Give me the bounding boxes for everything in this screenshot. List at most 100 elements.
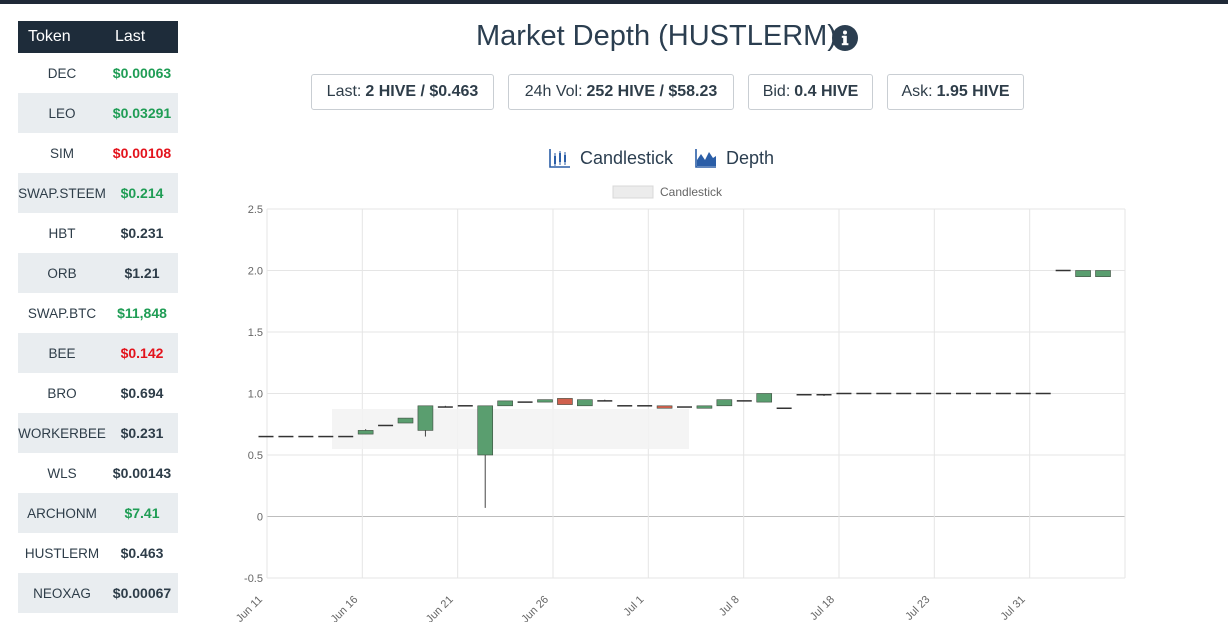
token-row[interactable]: ARCHONM $7.41 xyxy=(18,493,178,533)
token-name[interactable]: BRO xyxy=(18,386,106,401)
token-row[interactable]: ORB $1.21 xyxy=(18,253,178,293)
candle[interactable] xyxy=(1095,270,1111,277)
candle[interactable] xyxy=(796,393,812,396)
token-name[interactable]: SWAP.BTC xyxy=(18,306,106,321)
candle[interactable] xyxy=(637,405,653,407)
token-name[interactable]: ORB xyxy=(18,266,106,281)
token-name[interactable]: NEOXAG xyxy=(18,586,106,601)
token-price: $7.41 xyxy=(124,505,160,521)
token-name[interactable]: LEO xyxy=(18,106,106,121)
tab-depth-label: Depth xyxy=(726,147,775,168)
candle[interactable] xyxy=(856,392,872,395)
candle[interactable] xyxy=(1055,269,1071,272)
x-tick-label: Jul 23 xyxy=(903,594,932,622)
token-name[interactable]: WORKERBEE xyxy=(18,426,106,441)
candle[interactable] xyxy=(298,435,314,438)
candle[interactable] xyxy=(437,405,453,408)
token-row[interactable]: SIM $0.00108 xyxy=(18,133,178,173)
tab-candlestick[interactable]: Candlestick xyxy=(549,146,673,170)
token-name[interactable]: SIM xyxy=(18,146,106,161)
candle[interactable] xyxy=(916,392,932,395)
token-row[interactable]: SWAP.STEEM $0.214 xyxy=(18,173,178,213)
token-row[interactable]: DEC $0.00063 xyxy=(18,53,178,93)
candle[interactable] xyxy=(696,405,713,409)
y-tick-label: 2.0 xyxy=(248,266,263,278)
token-table-header: Token Last xyxy=(18,21,178,53)
candle[interactable] xyxy=(577,399,593,407)
legend-swatch[interactable] xyxy=(612,185,654,199)
candle[interactable] xyxy=(1015,392,1031,395)
x-tick-label: Jun 26 xyxy=(519,594,551,622)
x-tick-label: Jun 21 xyxy=(424,594,456,622)
token-name[interactable]: BEE xyxy=(18,346,106,361)
candle[interactable] xyxy=(258,435,274,438)
token-name[interactable]: DEC xyxy=(18,66,106,81)
candle[interactable] xyxy=(936,392,952,395)
candlestick-icon xyxy=(549,149,570,168)
token-name[interactable]: HUSTLERM xyxy=(18,546,106,561)
candle[interactable] xyxy=(497,400,513,407)
token-name[interactable]: SWAP.STEEM xyxy=(18,186,106,201)
candle[interactable] xyxy=(1035,392,1051,395)
token-price: $0.694 xyxy=(120,385,164,401)
token-rows: DEC $0.00063 LEO $0.03291 SIM $0.00108 SWAP.ST… xyxy=(18,53,178,613)
stat-ask-value: 1.95 HIVE xyxy=(936,83,1010,100)
page-title: Market Depth (HUSTLERM) xyxy=(476,20,837,52)
candle[interactable] xyxy=(896,392,912,395)
candle[interactable] xyxy=(677,406,692,408)
candle[interactable] xyxy=(338,435,354,438)
token-table: Token Last DEC $0.00063 LEO $0.03291 SIM $0.0… xyxy=(18,21,178,613)
column-header-token: Token xyxy=(28,28,71,45)
stat-last-label: Last: xyxy=(326,83,362,100)
y-tick-label: 2.5 xyxy=(248,204,263,216)
candle[interactable] xyxy=(537,399,553,403)
tab-depth[interactable]: Depth xyxy=(695,146,774,170)
token-row[interactable]: BEE $0.142 xyxy=(18,333,178,373)
candle[interactable] xyxy=(517,401,533,403)
stat-last: Last: 2 HIVE / $0.463 xyxy=(311,74,494,110)
token-name[interactable]: HBT xyxy=(18,226,106,241)
info-circle-icon[interactable] xyxy=(832,25,858,51)
candle[interactable] xyxy=(975,392,991,395)
candle[interactable] xyxy=(278,435,294,438)
candle[interactable] xyxy=(876,392,892,395)
stat-volume-label: 24h Vol: xyxy=(524,83,583,100)
candle[interactable] xyxy=(836,392,852,395)
token-name[interactable]: WLS xyxy=(18,466,106,481)
x-tick-label: Jul 1 xyxy=(622,594,647,619)
candle[interactable] xyxy=(318,435,334,438)
token-name[interactable]: ARCHONM xyxy=(18,506,106,521)
candle[interactable] xyxy=(597,399,613,402)
stat-ask: Ask: 1.95 HIVE xyxy=(887,74,1024,110)
candle[interactable] xyxy=(736,400,752,402)
candle[interactable] xyxy=(397,417,414,424)
candle[interactable] xyxy=(557,398,573,405)
candle[interactable] xyxy=(716,399,733,407)
candle[interactable] xyxy=(477,405,494,508)
token-row[interactable]: WLS $0.00143 xyxy=(18,453,178,493)
token-row[interactable]: HBT $0.231 xyxy=(18,213,178,253)
candle[interactable] xyxy=(995,392,1011,395)
token-row[interactable]: LEO $0.03291 xyxy=(18,93,178,133)
token-row[interactable]: WORKERBEE $0.231 xyxy=(18,413,178,453)
token-row[interactable]: SWAP.BTC $11,848 xyxy=(18,293,178,333)
token-row[interactable]: HUSTLERM $0.463 xyxy=(18,533,178,573)
candle[interactable] xyxy=(457,405,473,407)
candle[interactable] xyxy=(956,392,971,395)
candle[interactable] xyxy=(617,405,633,407)
token-row[interactable]: BRO $0.694 xyxy=(18,373,178,413)
candle[interactable] xyxy=(756,393,773,403)
depth-chart-icon xyxy=(695,149,716,168)
candle[interactable] xyxy=(776,407,792,410)
token-row[interactable]: NEOXAG $0.00067 xyxy=(18,573,178,613)
candlestick-chart: Candlestick 2.5 2.0 1.5 1.0 0.5 0 -0.5 Jun 11 J… xyxy=(234,185,1126,622)
token-price: $0.00143 xyxy=(112,465,172,481)
candle[interactable] xyxy=(816,393,832,396)
y-tick-label: 1.5 xyxy=(248,327,263,339)
token-price: $0.231 xyxy=(120,225,164,241)
candle[interactable] xyxy=(378,424,394,427)
candle[interactable] xyxy=(1075,270,1091,277)
token-price: $0.00108 xyxy=(112,145,172,161)
y-tick-label: -0.5 xyxy=(244,573,263,585)
candle[interactable] xyxy=(656,405,673,409)
